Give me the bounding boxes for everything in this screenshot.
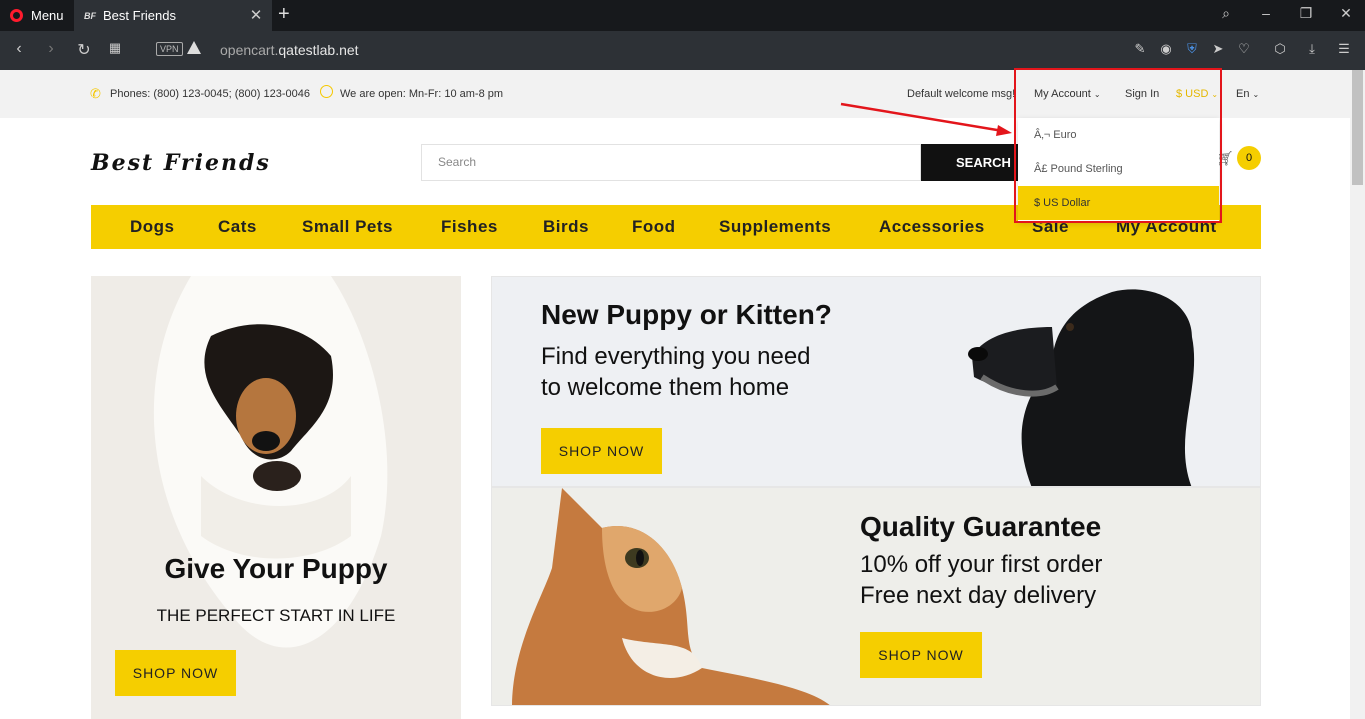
not-secure-icon[interactable] bbox=[187, 41, 201, 54]
nav-item-birds[interactable]: Birds bbox=[543, 217, 589, 237]
language-dropdown[interactable]: En ⌄ bbox=[1236, 88, 1259, 100]
banner-new-puppy-line1: Find everything you need bbox=[541, 343, 811, 370]
heart-icon[interactable]: ♡ bbox=[1236, 41, 1252, 57]
banner-new-puppy[interactable]: New Puppy or Kitten? Find everything you… bbox=[491, 276, 1261, 487]
reload-icon[interactable]: ↻ bbox=[75, 40, 93, 60]
banner-puppy-subtitle: THE PERFECT START IN LIFE bbox=[156, 606, 396, 625]
banner-new-puppy-shop-button[interactable]: SHOP NOW bbox=[541, 428, 662, 474]
hours-text: We are open: Mn-Fr: 10 am-8 pm bbox=[340, 88, 504, 100]
phones-text: Phones: (800) 123-0045; (800) 123-0046 bbox=[110, 88, 310, 100]
back-icon[interactable]: ‹ bbox=[10, 40, 28, 58]
tab-favicon-icon: BF bbox=[84, 10, 96, 21]
banner-quality-line2: Free next day delivery bbox=[860, 582, 1097, 609]
site-logo[interactable]: Best Friends bbox=[91, 150, 271, 176]
nav-item-dogs[interactable]: Dogs bbox=[130, 217, 175, 237]
url-domain: qatestlab.net bbox=[278, 42, 359, 58]
banner-quality-title: Quality Guarantee bbox=[860, 511, 1102, 542]
banner-quality-line1: 10% off your first order bbox=[860, 551, 1103, 578]
restore-icon[interactable]: ❐ bbox=[1296, 5, 1316, 22]
edit-icon[interactable]: ✎ bbox=[1132, 41, 1148, 57]
banner-quality[interactable]: Quality Guarantee 10% off your first ord… bbox=[491, 487, 1261, 706]
chevron-down-icon: ⌄ bbox=[1252, 90, 1260, 99]
window-close-icon[interactable]: ✕ bbox=[1336, 5, 1356, 22]
browser-address-bar: ‹ › ↻ ▦ VPN opencart.qatestlab.net ✎ ◉ ⛨… bbox=[0, 31, 1365, 70]
browser-search-icon[interactable]: ⌕ bbox=[1216, 5, 1236, 22]
nav-item-small-pets[interactable]: Small Pets bbox=[302, 217, 393, 237]
nav-item-supplements[interactable]: Supplements bbox=[719, 217, 831, 237]
banner-puppy-title: Give Your Puppy bbox=[164, 553, 388, 584]
download-icon[interactable]: ⤓ bbox=[1304, 41, 1320, 57]
scrollbar-thumb[interactable] bbox=[1352, 70, 1363, 185]
browser-tab-bar: Menu BF Best Friends ✕ + ⌕ – ❐ ✕ bbox=[0, 0, 1365, 31]
speed-dial-icon[interactable]: ▦ bbox=[106, 40, 124, 56]
banner-puppy-shop-button[interactable]: SHOP NOW bbox=[115, 650, 236, 696]
camera-icon[interactable]: ◉ bbox=[1158, 41, 1174, 57]
opera-logo-icon bbox=[10, 9, 23, 22]
phone-icon: ✆ bbox=[90, 86, 101, 101]
nav-item-fishes[interactable]: Fishes bbox=[441, 217, 498, 237]
welcome-message: Default welcome msg! bbox=[907, 88, 1016, 100]
cube-icon[interactable]: ⬡ bbox=[1272, 41, 1288, 57]
send-icon[interactable]: ➤ bbox=[1210, 41, 1226, 57]
cart-count-badge[interactable]: 0 bbox=[1237, 146, 1261, 170]
search-button[interactable]: SEARCH bbox=[921, 144, 1021, 181]
forward-icon[interactable]: › bbox=[42, 40, 60, 58]
tab-title: Best Friends bbox=[103, 8, 176, 23]
vpn-badge[interactable]: VPN bbox=[156, 42, 183, 56]
browser-menu-button[interactable]: Menu bbox=[0, 0, 74, 31]
banner-quality-shop-button[interactable]: SHOP NOW bbox=[860, 632, 982, 678]
browser-menu-label: Menu bbox=[31, 8, 64, 23]
banner-new-puppy-title: New Puppy or Kitten? bbox=[541, 299, 832, 330]
nav-item-cats[interactable]: Cats bbox=[218, 217, 257, 237]
tab-close-icon[interactable]: ✕ bbox=[248, 6, 264, 24]
search-input[interactable]: Search bbox=[421, 144, 921, 181]
new-tab-icon[interactable]: + bbox=[278, 3, 294, 26]
url-host: opencart. bbox=[220, 42, 279, 58]
shield-icon[interactable]: ⛨ bbox=[1184, 41, 1200, 57]
url-field[interactable]: opencart.qatestlab.net bbox=[220, 42, 359, 58]
nav-item-accessories[interactable]: Accessories bbox=[879, 217, 985, 237]
browser-tab[interactable]: BF Best Friends ✕ bbox=[74, 0, 272, 31]
minimize-icon[interactable]: – bbox=[1256, 5, 1276, 21]
cat-photo bbox=[512, 488, 830, 705]
banner-puppy[interactable]: Give Your Puppy THE PERFECT START IN LIF… bbox=[91, 276, 461, 719]
highlight-box bbox=[1014, 68, 1222, 223]
nav-item-food[interactable]: Food bbox=[632, 217, 676, 237]
banner-new-puppy-line2: to welcome them home bbox=[541, 374, 790, 401]
language-label: En bbox=[1236, 88, 1250, 100]
clock-icon bbox=[320, 85, 333, 98]
easy-setup-icon[interactable]: ☰ bbox=[1336, 41, 1352, 57]
